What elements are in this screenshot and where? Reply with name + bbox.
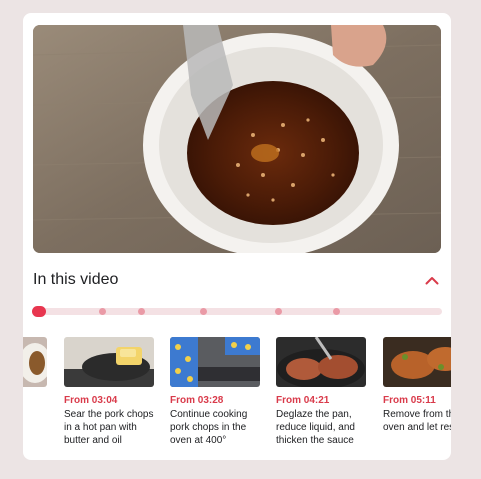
chapter-time: From 04:21 xyxy=(276,395,330,406)
section-title: In this video xyxy=(33,271,119,288)
chapter-card[interactable]: From 04:21 Deglaze the pan, reduce liqui… xyxy=(276,337,368,447)
chapter-description: Deglaze the pan, reduce liquid, and thic… xyxy=(276,409,355,446)
chapter-thumbnail xyxy=(23,337,47,387)
chapter-thumbnail xyxy=(383,337,451,387)
chapter-time: From 03:04 xyxy=(64,395,118,406)
chapter-card[interactable] xyxy=(23,337,49,395)
chapter-marker[interactable] xyxy=(275,308,282,315)
video-player[interactable] xyxy=(33,25,441,253)
chapter-description: Remove from th oven and let res xyxy=(383,409,451,433)
video-frame-image xyxy=(33,25,441,253)
chapter-marker[interactable] xyxy=(138,308,145,315)
video-chapters-card: In this video From 03:04 Sear the pork c… xyxy=(23,13,451,460)
chapter-carousel[interactable]: From 03:04 Sear the pork chops in a hot … xyxy=(23,337,451,460)
chapter-thumbnail xyxy=(276,337,366,387)
chapter-thumbnail xyxy=(170,337,260,387)
collapse-button[interactable] xyxy=(423,271,441,289)
chapter-card[interactable]: From 03:28 Continue cooking pork chops i… xyxy=(170,337,262,447)
chapter-description: Sear the pork chops in a hot pan with bu… xyxy=(64,409,154,446)
chapter-marker[interactable] xyxy=(99,308,106,315)
chapter-time: From 05:11 xyxy=(383,395,436,406)
chapter-marker[interactable] xyxy=(333,308,340,315)
chapter-description: Continue cooking pork chops in the oven … xyxy=(170,409,248,446)
chapter-card[interactable]: From 05:11 Remove from th oven and let r… xyxy=(383,337,451,434)
chapter-card[interactable]: From 03:04 Sear the pork chops in a hot … xyxy=(64,337,156,447)
current-chapter-marker[interactable] xyxy=(32,306,46,317)
chapter-thumbnail xyxy=(64,337,154,387)
chapter-progress-track[interactable] xyxy=(32,306,442,317)
chapter-marker[interactable] xyxy=(200,308,207,315)
chevron-up-icon xyxy=(425,276,439,284)
chapter-time: From 03:28 xyxy=(170,395,224,406)
